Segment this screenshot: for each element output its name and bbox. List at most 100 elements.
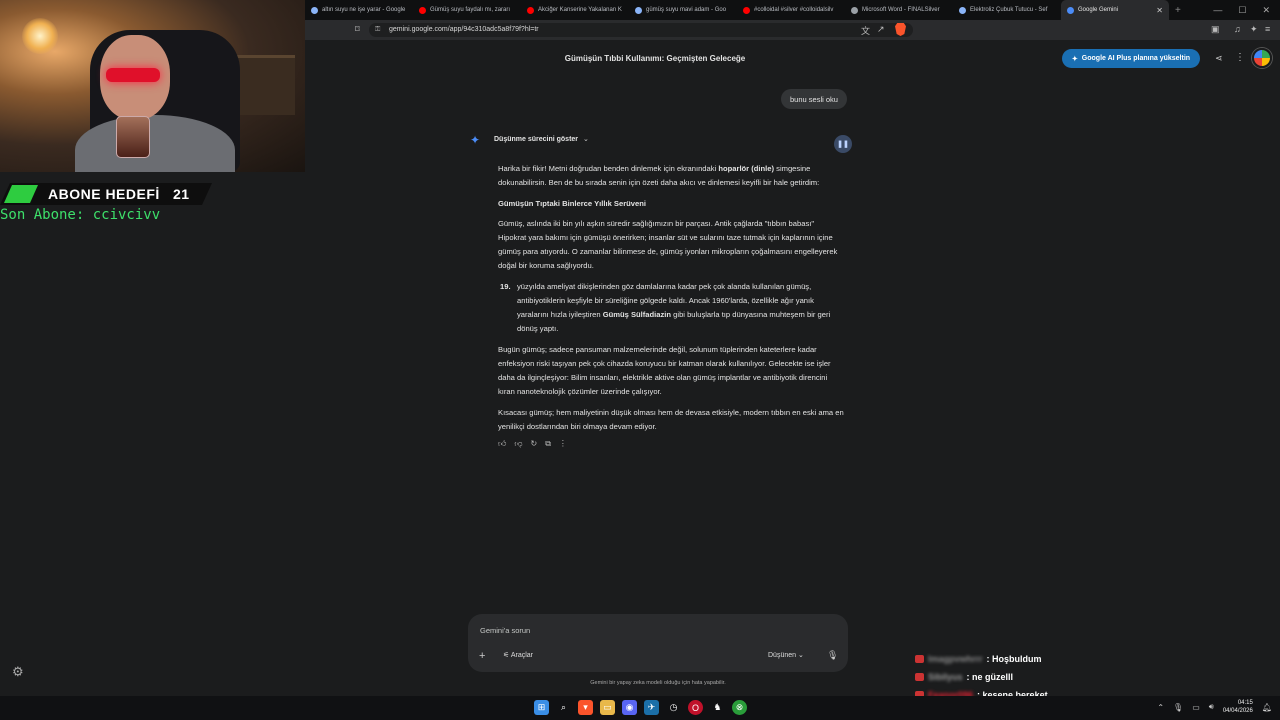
- opera-icon[interactable]: O: [688, 700, 703, 715]
- chevron-down-icon: ⌄: [797, 652, 804, 659]
- upgrade-label: Google AI Plus planına yükseltin: [1081, 55, 1191, 62]
- tools-button[interactable]: ⚟ Araçlar: [503, 651, 533, 659]
- steam-icon[interactable]: ✈: [644, 700, 659, 715]
- system-tray: ⌃ 🎙︎ ▭ 🔊︎ 04:15 04/04/2026 🔔︎: [1157, 699, 1272, 715]
- response-heading: Gümüşün Tıptaki Binlerce Yıllık Serüveni: [498, 199, 646, 208]
- system-clock[interactable]: 04:15 04/04/2026: [1223, 699, 1253, 715]
- windows-taskbar: ⊞ ⌕ ▾ ▭ ◉ ✈ ◷ O ♞ ⊗ ⌃ 🎙︎ ▭ 🔊︎ 04:15 04/0…: [0, 696, 1280, 720]
- disclaimer: Gemini bir yapay zeka modeli olduğu için…: [590, 680, 726, 686]
- share-page-icon[interactable]: ↗: [877, 24, 885, 35]
- extensions-icon[interactable]: ✦: [1250, 24, 1258, 35]
- response-actions: 👍︎ 👎︎ ↻ ⧉ ⋮: [498, 439, 567, 449]
- list-item: 19. yüzyılda ameliyat dikişlerinden göz d…: [500, 282, 831, 333]
- translate-icon[interactable]: 文: [861, 24, 870, 37]
- pause-audio-button[interactable]: ❚❚: [834, 135, 852, 153]
- media-icon[interactable]: ♫: [1234, 24, 1241, 34]
- chat-message: Sibilyus: ne güzelll: [915, 668, 1048, 686]
- screen: ABONE HEDEFİ 21 Son Abone: ccivcivv ⚙ al…: [0, 0, 1280, 720]
- model-mode-selector[interactable]: Düşünen ⌄: [768, 651, 804, 659]
- tab-favicon-icon: [959, 6, 966, 14]
- xbox-icon[interactable]: ⊗: [732, 700, 747, 715]
- microphone-icon[interactable]: 🎙︎: [827, 650, 838, 661]
- model-response: Harika bir fikir! Metni doğrudan benden …: [498, 162, 844, 441]
- search-icon[interactable]: ⌕: [556, 700, 571, 715]
- goal-label: ABONE HEDEFİ: [48, 186, 160, 202]
- taskbar-apps: ⊞ ⌕ ▾ ▭ ◉ ✈ ◷ O ♞ ⊗: [534, 700, 747, 715]
- account-avatar[interactable]: [1252, 48, 1272, 68]
- close-tab-icon[interactable]: ✕: [1156, 6, 1163, 15]
- close-window-icon[interactable]: ✕: [1262, 5, 1270, 16]
- response-paragraph: Harika bir fikir! Metni doğrudan benden …: [498, 164, 820, 187]
- add-icon[interactable]: +: [479, 650, 485, 662]
- chat-badge-icon: [915, 673, 924, 681]
- conversation-title: Gümüşün Tıbbi Kullanımı: Geçmişten Gelec…: [564, 54, 746, 63]
- brave-shield-icon[interactable]: [895, 23, 906, 36]
- brave-icon[interactable]: ▾: [578, 700, 593, 715]
- browser-tab[interactable]: #colloidal #silver #colloidalsilv: [737, 0, 845, 20]
- tab-favicon-icon: [851, 6, 858, 14]
- windows-start-icon[interactable]: ⊞: [534, 700, 549, 715]
- browser-tab-active[interactable]: Google Gemini ✕: [1061, 0, 1169, 20]
- browser-tab[interactable]: altın suyu ne işe yarar - Google: [305, 0, 413, 20]
- microphone-tray-icon[interactable]: 🎙︎: [1173, 703, 1183, 712]
- tab-favicon-icon: [743, 6, 750, 14]
- chat-message: lmagpvwhrrr: Hoşbuldum: [915, 650, 1048, 668]
- menu-icon[interactable]: ≡: [1265, 24, 1270, 34]
- display-icon[interactable]: ▭: [1192, 703, 1200, 712]
- more-options-icon[interactable]: ⋮: [1235, 52, 1245, 63]
- tea-glass: [116, 116, 150, 158]
- discord-icon[interactable]: ◉: [622, 700, 637, 715]
- sidebar-icon[interactable]: ▣: [1211, 24, 1220, 35]
- upgrade-button[interactable]: ✦ Google AI Plus planına yükseltin: [1062, 49, 1200, 68]
- last-subscriber: Son Abone: ccivcivv: [0, 207, 161, 223]
- gemini-favicon-icon: [1067, 6, 1074, 14]
- browser-tab[interactable]: Akciğer Kanserine Yakalanan K: [521, 0, 629, 20]
- settings-gear-icon[interactable]: ⚙: [12, 664, 24, 680]
- site-info-icon[interactable]: ⚿: [375, 23, 380, 37]
- browser-tab[interactable]: Microsoft Word - FINALSilver: [845, 0, 953, 20]
- maximize-icon[interactable]: ☐: [1238, 5, 1246, 16]
- file-explorer-icon[interactable]: ▭: [600, 700, 615, 715]
- minimize-icon[interactable]: —: [1213, 5, 1222, 16]
- response-paragraph: Kısacası gümüş; hem maliyetinin düşük ol…: [498, 408, 844, 431]
- url-text: gemini.google.com/app/94c310adc5a8f79f?h…: [389, 26, 539, 33]
- thumbs-down-icon[interactable]: 👎︎: [514, 439, 522, 449]
- obs-icon[interactable]: ♞: [710, 700, 725, 715]
- tab-favicon-icon: [419, 6, 426, 14]
- browser-tab[interactable]: gümüş suyu mavi adam - Goo: [629, 0, 737, 20]
- url-field[interactable]: ⚿ gemini.google.com/app/94c310adc5a8f79f…: [369, 23, 913, 37]
- chat-badge-icon: [915, 655, 924, 663]
- response-paragraph: Gümüş, aslında iki bin yılı aşkın süredi…: [498, 219, 838, 270]
- thumbs-up-icon[interactable]: 👍︎: [498, 439, 506, 449]
- clock-date: 04/04/2026: [1222, 708, 1253, 714]
- pause-icon: ❚❚: [837, 141, 849, 148]
- browser-tab-bar: altın suyu ne işe yarar - Google Gümüş s…: [305, 0, 1280, 20]
- window-controls: — ☐ ✕: [1213, 5, 1280, 16]
- user-message: bunu sesli oku: [781, 89, 847, 109]
- share-icon[interactable]: ⋖: [1215, 53, 1223, 64]
- show-thinking-toggle[interactable]: Düşünme sürecini göster ⌄: [494, 135, 589, 143]
- clock-time: 04:15: [1237, 700, 1253, 706]
- tray-chevron-icon[interactable]: ⌃: [1157, 703, 1164, 712]
- prompt-composer[interactable]: Gemini'a sorun + ⚟ Araçlar Düşünen ⌄ 🎙︎: [468, 614, 848, 672]
- sparkle-icon: ✦: [1071, 55, 1078, 63]
- notifications-icon[interactable]: 🔔︎: [1262, 703, 1272, 712]
- copy-icon[interactable]: ⧉: [545, 439, 551, 449]
- goal-count: 21: [172, 186, 190, 202]
- gemini-page: Gümüşün Tıbbi Kullanımı: Geçmişten Gelec…: [305, 40, 1280, 696]
- response-paragraph: Bugün gümüş; sadece pansuman malzemeleri…: [498, 345, 831, 396]
- webcam-overlay: [0, 0, 305, 172]
- browser-tab[interactable]: Gümüş suyu faydalı mı, zararı: [413, 0, 521, 20]
- bookmark-icon[interactable]: ⌑: [355, 24, 360, 35]
- volume-icon[interactable]: 🔊︎: [1209, 702, 1214, 712]
- prompt-input[interactable]: Gemini'a sorun: [480, 626, 530, 635]
- tab-favicon-icon: [635, 6, 642, 14]
- clock-app-icon[interactable]: ◷: [666, 700, 681, 715]
- new-tab-icon[interactable]: +: [1175, 5, 1181, 16]
- more-icon[interactable]: ⋮: [559, 439, 567, 449]
- tab-favicon-icon: [311, 6, 318, 14]
- gemini-star-icon: ✦: [470, 133, 481, 147]
- browser-tab[interactable]: Elektroliz Çubuk Tutucu - Sef: [953, 0, 1061, 20]
- regenerate-icon[interactable]: ↻: [531, 439, 538, 449]
- thinking-label: Düşünme sürecini göster: [494, 136, 579, 143]
